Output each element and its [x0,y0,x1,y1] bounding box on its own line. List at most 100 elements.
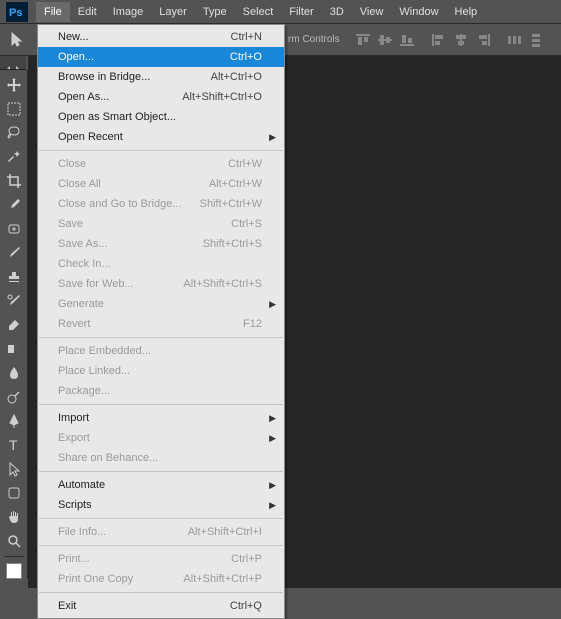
svg-text:Ps: Ps [9,7,22,19]
move-tool-indicator-icon [8,30,28,50]
file-menu-close: CloseCtrl+W [38,154,284,174]
file-menu-close-all: Close AllAlt+Ctrl+W [38,174,284,194]
file-menu-export: Export▶ [38,428,284,448]
file-menu-browse-in-bridge[interactable]: Browse in Bridge...Alt+Ctrl+O [38,67,284,87]
file-menu-exit[interactable]: ExitCtrl+Q [38,596,284,616]
history-brush-tool[interactable] [2,290,26,312]
menu-file[interactable]: File [36,2,70,22]
magic-wand-tool[interactable] [2,146,26,168]
align-vcenter-icon[interactable] [376,32,394,48]
shape-tool[interactable] [2,482,26,504]
file-menu-automate[interactable]: Automate▶ [38,475,284,495]
collapse-icon[interactable] [4,59,22,67]
zoom-tool[interactable] [2,530,26,552]
menu-item-label: Open As... [58,91,182,103]
menu-item-label: Import [58,412,262,424]
menu-item-label: File Info... [58,526,188,538]
menu-item-shortcut: Alt+Shift+Ctrl+P [183,573,262,585]
menu-item-label: Place Linked... [58,365,262,377]
align-left-icon[interactable] [430,32,448,48]
menu-item-shortcut: Ctrl+N [231,31,262,43]
file-menu-scripts[interactable]: Scripts▶ [38,495,284,515]
menu-edit[interactable]: Edit [70,2,105,22]
menu-item-shortcut: Alt+Shift+Ctrl+S [183,278,262,290]
move-tool[interactable] [2,74,26,96]
menu-item-label: Save [58,218,231,230]
align-hcenter-icon[interactable] [452,32,470,48]
menu-help[interactable]: Help [447,2,486,22]
menu-item-shortcut: Alt+Ctrl+O [211,71,262,83]
gradient-tool[interactable] [2,338,26,360]
crop-tool[interactable] [2,170,26,192]
file-menu-revert: RevertF12 [38,314,284,334]
menu-item-label: Close and Go to Bridge... [58,198,200,210]
foreground-swatch[interactable] [6,563,22,579]
menu-window[interactable]: Window [391,2,446,22]
menu-item-shortcut: Ctrl+S [231,218,262,230]
file-menu-import[interactable]: Import ▶ [38,408,284,428]
menu-select[interactable]: Select [235,2,282,22]
menu-item-label: Revert [58,318,243,330]
align-right-icon[interactable] [474,32,492,48]
align-bottom-icon[interactable] [398,32,416,48]
distribute-group [506,32,546,48]
align-top-icon[interactable] [354,32,372,48]
menu-item-label: Scripts [58,499,262,511]
path-select-tool[interactable] [2,458,26,480]
menu-separator [39,150,283,151]
menu-item-shortcut: Ctrl+W [228,158,262,170]
file-menu-check-in: Check In... [38,254,284,274]
hand-tool[interactable] [2,506,26,528]
menu-layer[interactable]: Layer [151,2,195,22]
menu-filter[interactable]: Filter [281,2,321,22]
file-menu-save: SaveCtrl+S [38,214,284,234]
file-menu-new[interactable]: New...Ctrl+N [38,27,284,47]
eyedropper-tool[interactable] [2,194,26,216]
app-logo: Ps [6,2,28,22]
blur-tool[interactable] [2,362,26,384]
menu-bar: Ps FileEditImageLayerTypeSelectFilter3DV… [0,0,561,24]
menu-3d[interactable]: 3D [322,2,352,22]
menu-separator [39,592,283,593]
file-menu-print: Print...Ctrl+P [38,549,284,569]
distribute-h-icon[interactable] [506,32,524,48]
menu-item-shortcut: Shift+Ctrl+W [200,198,262,210]
menu-item-shortcut: Ctrl+O [230,51,262,63]
menu-separator [39,471,283,472]
menu-item-shortcut: F12 [243,318,262,330]
menu-view[interactable]: View [352,2,392,22]
menu-item-label: Save for Web... [58,278,183,290]
pen-tool[interactable] [2,410,26,432]
lasso-tool[interactable] [2,122,26,144]
file-menu-file-info: File Info...Alt+Shift+Ctrl+I [38,522,284,542]
menu-item-shortcut: Shift+Ctrl+S [203,238,262,250]
menu-image[interactable]: Image [105,2,152,22]
submenu-arrow-icon: ▶ [269,413,276,424]
healing-brush-tool[interactable] [2,218,26,240]
type-tool[interactable]: T [2,434,26,456]
eraser-tool[interactable] [2,314,26,336]
distribute-v-icon[interactable] [528,32,546,48]
file-menu-open-as[interactable]: Open As...Alt+Shift+Ctrl+O [38,87,284,107]
file-menu-open-recent[interactable]: Open Recent ▶ [38,127,284,147]
options-extra-text: rm Controls [288,34,340,45]
menu-separator [39,337,283,338]
file-menu-close-and-go-to-bridge: Close and Go to Bridge...Shift+Ctrl+W [38,194,284,214]
menu-item-label: Open Recent [58,131,262,143]
menu-type[interactable]: Type [195,2,235,22]
brush-tool[interactable] [2,242,26,264]
stamp-tool[interactable] [2,266,26,288]
menu-item-shortcut: Ctrl+Q [230,600,262,612]
file-menu-open-as-smart-object[interactable]: Open as Smart Object... [38,107,284,127]
doc-tab-strip [0,56,26,70]
menu-item-label: Place Embedded... [58,345,262,357]
file-menu-open[interactable]: Open...Ctrl+O [38,47,284,67]
menu-item-label: New... [58,31,231,43]
menu-item-shortcut: Alt+Ctrl+W [209,178,262,190]
menu-item-label: Open as Smart Object... [58,111,262,123]
file-menu-print-one-copy: Print One CopyAlt+Shift+Ctrl+P [38,569,284,589]
menu-item-label: Browse in Bridge... [58,71,211,83]
dodge-tool[interactable] [2,386,26,408]
marquee-tool[interactable] [2,98,26,120]
submenu-arrow-icon: ▶ [269,132,276,143]
